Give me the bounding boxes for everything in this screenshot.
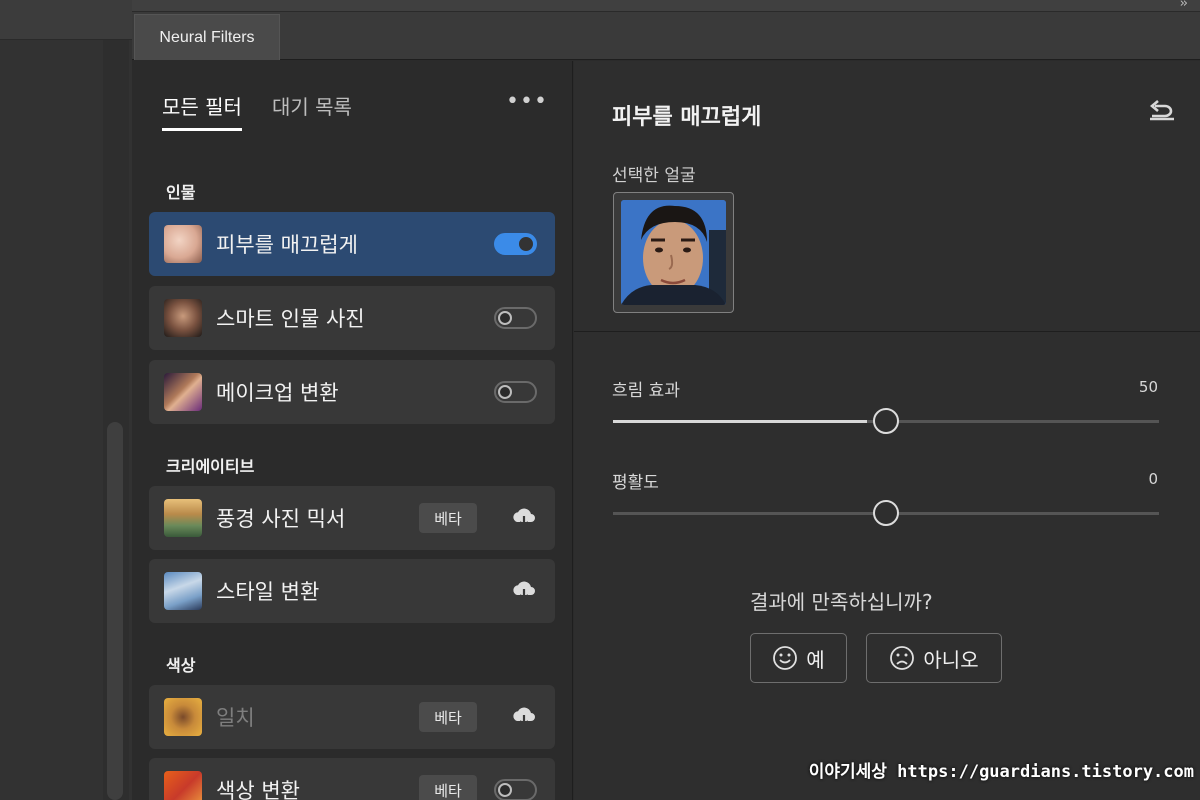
selected-face-thumbnail[interactable] (613, 192, 734, 313)
no-label: 아니오 (923, 647, 979, 672)
filter-item-makeup-transfer[interactable]: 메이크업 변환 (149, 360, 555, 424)
more-options-icon[interactable]: ••• (506, 89, 548, 114)
canvas-workspace (0, 0, 132, 800)
landscape-thumbnail (164, 499, 202, 537)
makeup-toggle[interactable] (494, 381, 537, 403)
filter-item-style-transfer[interactable]: 스타일 변환 (149, 559, 555, 623)
filter-item-label: 스타일 변환 (216, 580, 320, 604)
face-photo (621, 200, 726, 305)
section-color: 색상 (166, 656, 196, 675)
reset-icon[interactable] (1146, 97, 1178, 125)
color-transfer-thumbnail (164, 771, 202, 800)
section-creative: 크리에이티브 (166, 457, 255, 476)
frown-icon (890, 646, 915, 670)
blur-slider[interactable] (613, 408, 1159, 434)
yes-label: 예 (806, 647, 825, 672)
workspace-scrollbar-thumb[interactable] (107, 422, 123, 800)
smoothness-slider[interactable] (613, 500, 1159, 526)
smoothness-slider-thumb[interactable] (873, 500, 899, 526)
cloud-download-icon[interactable] (511, 705, 537, 729)
filter-item-label: 메이크업 변환 (216, 381, 339, 405)
settings-header-area: 피부를 매끄럽게 선택한 얼굴 (574, 61, 1200, 332)
blur-slider-label: 흐림 효과 (612, 381, 680, 401)
smile-icon (773, 646, 798, 670)
filter-list-panel: 모든 필터 대기 목록 ••• 인물 피부를 매끄럽게 스마트 인물 사진 메이… (132, 61, 573, 800)
beta-badge: 베타 (419, 503, 477, 533)
filter-item-label: 풍경 사진 믹서 (216, 507, 346, 531)
blur-slider-fill (613, 420, 867, 423)
filter-item-landscape-mixer[interactable]: 풍경 사진 믹서 베타 (149, 486, 555, 550)
filter-item-label: 색상 변환 (216, 779, 300, 800)
feedback-no-button[interactable]: 아니오 (866, 633, 1002, 683)
tab-neural-filters[interactable]: Neural Filters (134, 14, 280, 60)
section-portrait: 인물 (166, 183, 196, 202)
smoothness-slider-value: 0 (1148, 470, 1158, 488)
workspace-header (0, 0, 132, 40)
color-transfer-toggle[interactable] (494, 779, 537, 800)
filter-item-color-transfer[interactable]: 색상 변환 베타 (149, 758, 555, 800)
tab-all-filters[interactable]: 모든 필터 (162, 91, 242, 131)
selected-face-label: 선택한 얼굴 (612, 166, 696, 186)
blur-slider-thumb[interactable] (873, 408, 899, 434)
filter-item-label: 피부를 매끄럽게 (216, 233, 358, 257)
style-transfer-thumbnail (164, 572, 202, 610)
makeup-thumbnail (164, 373, 202, 411)
blur-slider-value: 50 (1138, 378, 1158, 396)
filter-item-smart-portrait[interactable]: 스마트 인물 사진 (149, 286, 555, 350)
filter-item-skin-smoothing[interactable]: 피부를 매끄럽게 (149, 212, 555, 276)
cloud-download-icon[interactable] (511, 506, 537, 530)
skin-smoothing-toggle[interactable] (494, 233, 537, 255)
tab-waitlist[interactable]: 대기 목록 (272, 91, 352, 131)
panel-top-strip: ›› (132, 0, 1200, 12)
filter-settings-panel: 피부를 매끄럽게 선택한 얼굴 흐림 효과 50 평활도 0 결과에 만족하십니… (574, 61, 1200, 800)
smoothness-slider-label: 평활도 (612, 473, 659, 493)
filter-item-label: 스마트 인물 사진 (216, 307, 365, 331)
filter-tabs: 모든 필터 대기 목록 (162, 91, 352, 131)
harmonization-thumbnail (164, 698, 202, 736)
panel-tab-bar: Neural Filters (132, 12, 1200, 60)
filter-item-harmonization[interactable]: 일치 베타 (149, 685, 555, 749)
smart-portrait-toggle[interactable] (494, 307, 537, 329)
filter-title: 피부를 매끄럽게 (612, 105, 762, 130)
smart-portrait-thumbnail (164, 299, 202, 337)
feedback-question: 결과에 만족하십니까? (750, 590, 933, 614)
watermark-text: 이야기세상 https://guardians.tistory.com (808, 762, 1194, 782)
collapse-panel-icon[interactable]: ›› (1180, 0, 1189, 11)
cloud-download-icon[interactable] (511, 579, 537, 603)
beta-badge: 베타 (419, 702, 477, 732)
beta-badge: 베타 (419, 775, 477, 800)
skin-thumbnail (164, 225, 202, 263)
filter-item-label: 일치 (216, 706, 255, 730)
feedback-yes-button[interactable]: 예 (750, 633, 847, 683)
